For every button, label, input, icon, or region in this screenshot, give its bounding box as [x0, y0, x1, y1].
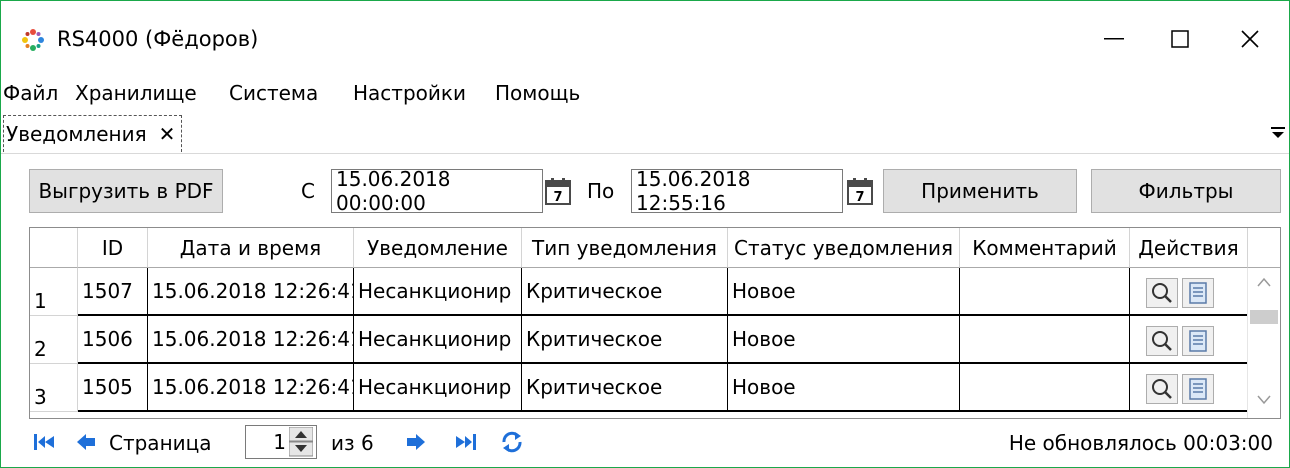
- magnifier-icon: [1152, 331, 1172, 351]
- tab-strip: Уведомления ✕: [1, 113, 1289, 154]
- prev-page-button[interactable]: [73, 429, 99, 455]
- cell-status: Новое: [728, 316, 960, 364]
- cell-datetime: 15.06.2018 12:26:41: [148, 316, 354, 364]
- cell-id: 1507: [78, 268, 148, 316]
- minimize-icon: [1104, 38, 1124, 40]
- notifications-table: ID Дата и время Уведомление Тип уведомле…: [29, 227, 1281, 419]
- scroll-down-icon[interactable]: [1256, 394, 1272, 406]
- menu-bar: Файл Хранилище Система Настройки Помощь: [1, 73, 1289, 113]
- maximize-icon: [1171, 30, 1189, 48]
- calendar-icon[interactable]: 7: [545, 177, 571, 205]
- filters-button[interactable]: Фильтры: [1091, 169, 1281, 213]
- minimize-button[interactable]: [1091, 19, 1137, 59]
- cell-actions: [1130, 364, 1248, 412]
- view-button[interactable]: [1146, 326, 1178, 356]
- menu-settings[interactable]: Настройки: [353, 81, 466, 105]
- calendar-icon[interactable]: 7: [847, 177, 873, 205]
- app-logo-icon: [22, 29, 44, 51]
- table-row[interactable]: 2 1506 15.06.2018 12:26:41 Несанкционир …: [30, 316, 1248, 364]
- refresh-button[interactable]: [499, 429, 525, 455]
- arrow-left-icon: [77, 434, 95, 450]
- column-header-comment[interactable]: Комментарий: [960, 228, 1130, 268]
- tab-close-icon[interactable]: ✕: [159, 122, 176, 146]
- column-header-datetime[interactable]: Дата и время: [148, 228, 354, 268]
- refresh-icon: [502, 431, 522, 453]
- cell-notification: Несанкционир: [354, 364, 522, 412]
- app-window: RS4000 (Фёдоров) Файл Хранилище Система …: [0, 0, 1290, 468]
- tab-label: Уведомления: [6, 122, 147, 146]
- last-page-icon: [456, 434, 476, 450]
- scroll-up-icon[interactable]: [1256, 276, 1272, 288]
- cell-notification: Несанкционир: [354, 316, 522, 364]
- row-number: 3: [30, 364, 78, 412]
- tab-overflow-icon[interactable]: [1269, 123, 1287, 141]
- from-date-field[interactable]: 15.06.2018 00:00:00: [331, 167, 543, 215]
- column-header-type[interactable]: Тип уведомления: [522, 228, 728, 268]
- magnifier-icon: [1152, 283, 1172, 303]
- page-label: Страница: [109, 431, 212, 455]
- cell-comment[interactable]: [960, 316, 1130, 364]
- first-page-button[interactable]: [31, 429, 57, 455]
- status-text: Не обновлялось 00:03:00: [1008, 431, 1273, 455]
- column-header-notification[interactable]: Уведомление: [354, 228, 522, 268]
- cell-type: Критическое: [522, 268, 728, 316]
- report-button[interactable]: [1182, 278, 1214, 308]
- menu-storage[interactable]: Хранилище: [75, 81, 197, 105]
- column-header-id[interactable]: ID: [78, 228, 148, 268]
- page-total-label: из 6: [331, 431, 374, 455]
- menu-help[interactable]: Помощь: [495, 81, 580, 105]
- view-button[interactable]: [1146, 374, 1178, 404]
- row-number-header: [30, 228, 78, 268]
- next-page-button[interactable]: [403, 429, 429, 455]
- cell-type: Критическое: [522, 316, 728, 364]
- first-page-icon: [34, 434, 54, 450]
- tab-notifications[interactable]: Уведомления ✕: [3, 115, 183, 152]
- scrollbar-thumb[interactable]: [1250, 310, 1278, 324]
- window-title: RS4000 (Фёдоров): [57, 27, 259, 51]
- close-icon: [1241, 30, 1259, 48]
- cell-datetime: 15.06.2018 12:26:41: [148, 268, 354, 316]
- row-number: 2: [30, 316, 78, 364]
- export-pdf-button[interactable]: Выгрузить в PDF: [29, 169, 223, 213]
- report-button[interactable]: [1182, 374, 1214, 404]
- document-icon: [1189, 330, 1207, 352]
- row-number: 1: [30, 268, 78, 316]
- cell-status: Новое: [728, 364, 960, 412]
- page-stepper-icon[interactable]: [289, 427, 313, 457]
- cell-comment[interactable]: [960, 364, 1130, 412]
- magnifier-icon: [1152, 379, 1172, 399]
- apply-button[interactable]: Применить: [883, 169, 1077, 213]
- cell-datetime: 15.06.2018 12:26:41: [148, 364, 354, 412]
- table-vertical-scrollbar[interactable]: [1247, 268, 1280, 418]
- title-bar: RS4000 (Фёдоров): [1, 1, 1289, 73]
- view-button[interactable]: [1146, 278, 1178, 308]
- cell-notification: Несанкционир: [354, 268, 522, 316]
- svg-text:7: 7: [855, 190, 864, 205]
- cell-type: Критическое: [522, 364, 728, 412]
- column-header-actions[interactable]: Действия: [1130, 228, 1248, 268]
- maximize-button[interactable]: [1157, 19, 1203, 59]
- to-date-field[interactable]: 15.06.2018 12:55:16: [631, 167, 843, 215]
- cell-comment[interactable]: [960, 268, 1130, 316]
- header-filler: [1248, 228, 1280, 268]
- svg-text:7: 7: [553, 190, 562, 205]
- menu-file[interactable]: Файл: [3, 81, 58, 105]
- cell-id: 1506: [78, 316, 148, 364]
- menu-system[interactable]: Система: [229, 81, 318, 105]
- column-header-status[interactable]: Статус уведомления: [728, 228, 960, 268]
- table-row[interactable]: 1 1507 15.06.2018 12:26:41 Несанкционир …: [30, 268, 1248, 316]
- to-label: По: [587, 179, 615, 203]
- report-button[interactable]: [1182, 326, 1214, 356]
- cell-actions: [1130, 268, 1248, 316]
- from-label: С: [301, 179, 315, 203]
- cell-id: 1505: [78, 364, 148, 412]
- document-icon: [1189, 378, 1207, 400]
- arrow-right-icon: [407, 434, 425, 450]
- document-icon: [1189, 282, 1207, 304]
- cell-actions: [1130, 316, 1248, 364]
- last-page-button[interactable]: [453, 429, 479, 455]
- close-button[interactable]: [1227, 19, 1273, 59]
- cell-status: Новое: [728, 268, 960, 316]
- table-row[interactable]: 3 1505 15.06.2018 12:26:41 Несанкционир …: [30, 364, 1248, 412]
